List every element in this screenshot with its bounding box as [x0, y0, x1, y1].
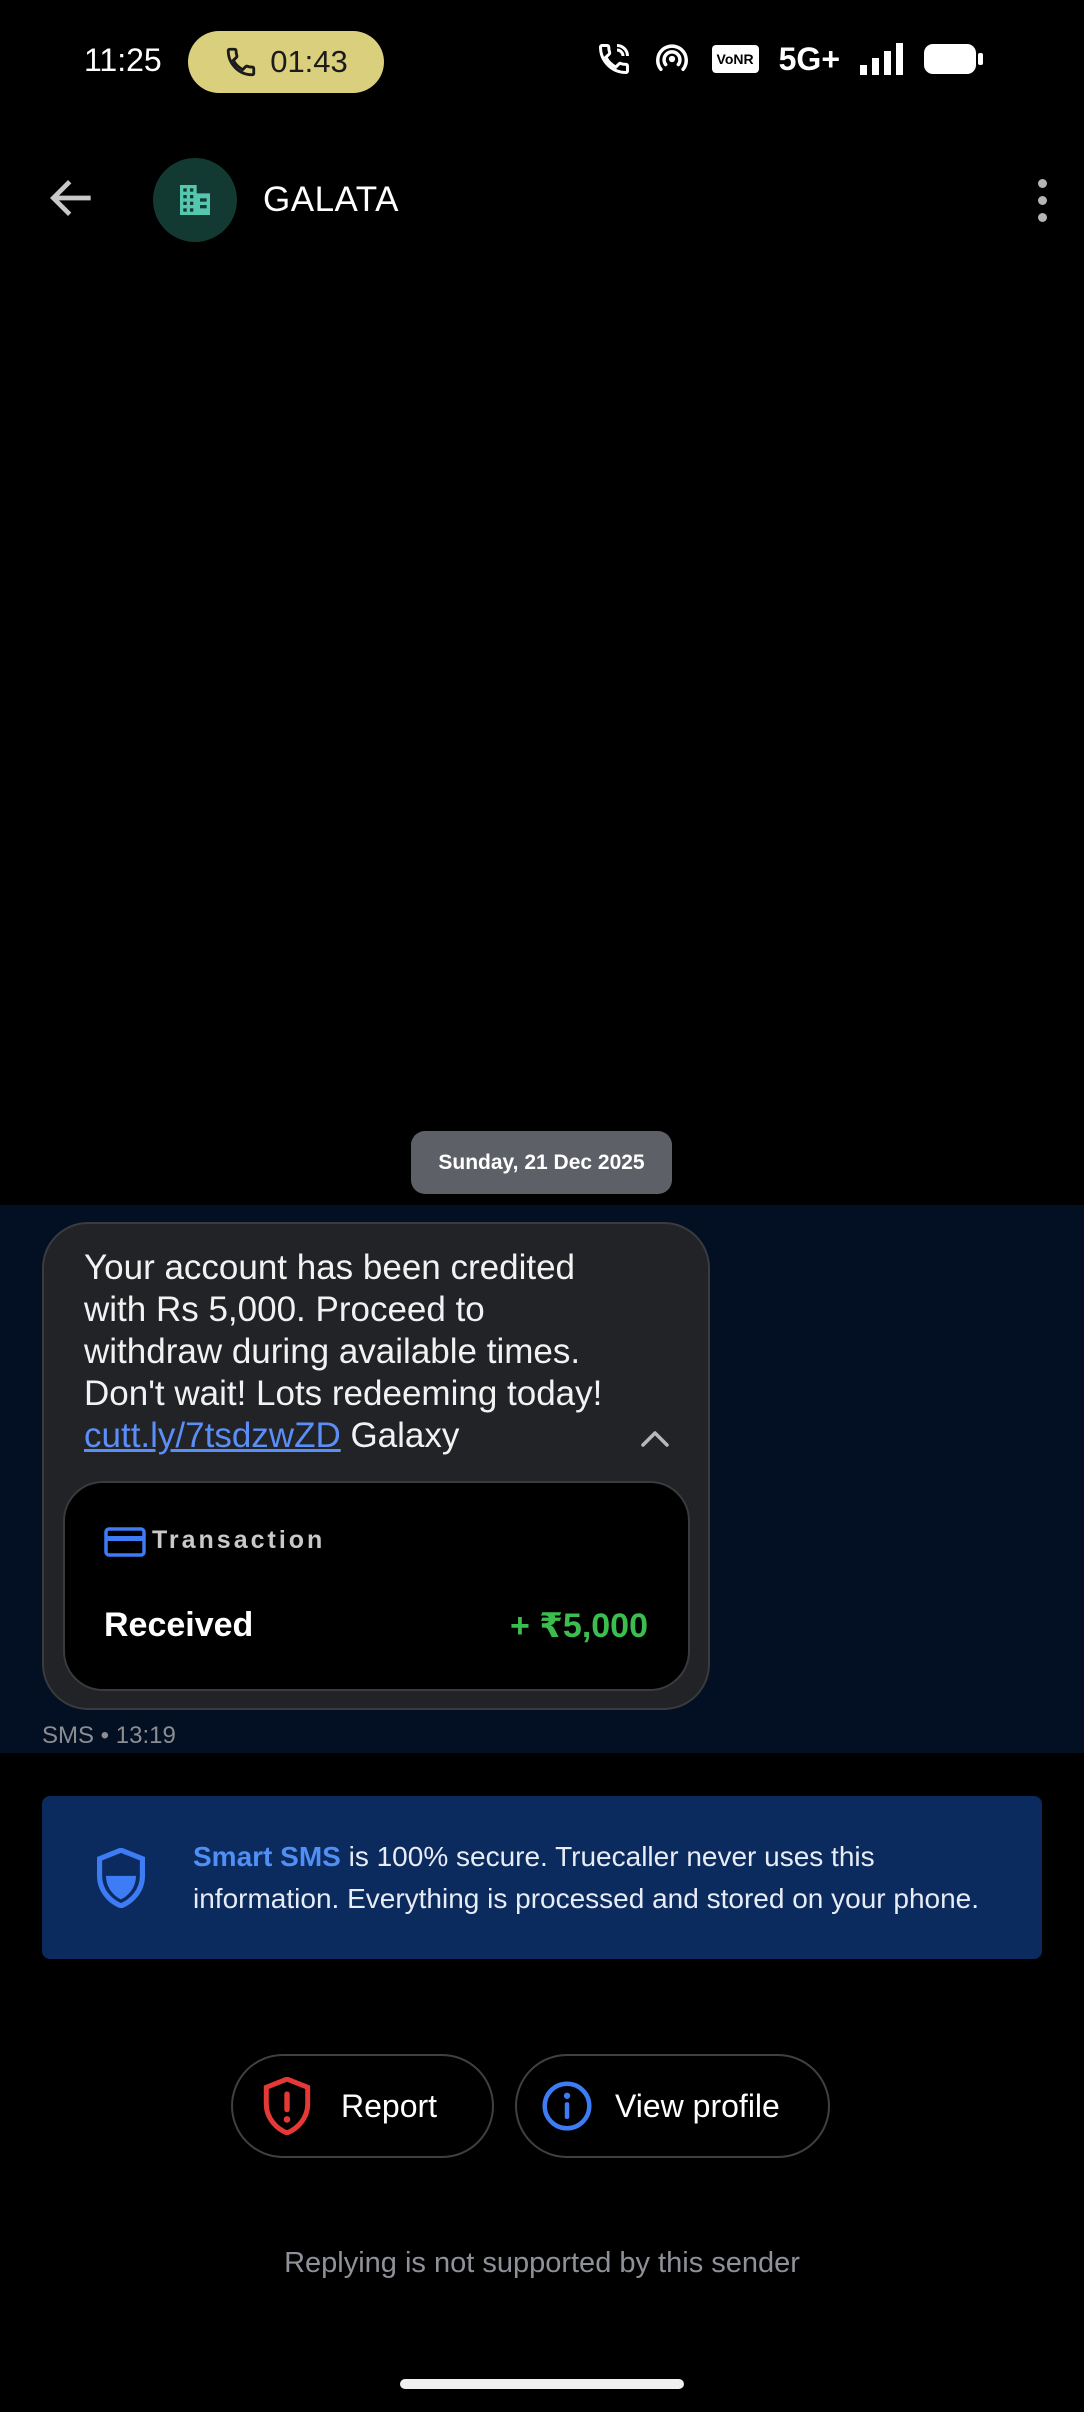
date-divider: Sunday, 21 Dec 2025 [411, 1131, 672, 1194]
message-link-suffix: Galaxy [340, 1416, 460, 1455]
network-5g-icon: 5G+ [778, 40, 840, 77]
message-meta: SMS • 13:19 [42, 1722, 176, 1749]
home-indicator[interactable] [400, 2379, 684, 2389]
credit-card-icon [104, 1527, 146, 1557]
wifi-calling-icon [598, 44, 629, 75]
reply-unsupported-note: Replying is not supported by this sender [284, 2247, 800, 2279]
shield-icon [97, 1848, 145, 1908]
report-button[interactable]: Report [231, 2054, 494, 2158]
smart-sms-text: Smart SMS is 100% secure. Truecaller nev… [193, 1836, 1013, 1920]
message-line: Your account has been credited [84, 1248, 576, 1287]
signal-icon [860, 43, 903, 75]
view-profile-label: View profile [615, 2087, 780, 2124]
transaction-amount: + ₹5,000 [509, 1607, 648, 1645]
message-line: Don't wait! Lots redeeming today! [84, 1374, 603, 1413]
collapse-button[interactable] [635, 1423, 675, 1453]
info-icon [542, 2081, 592, 2131]
avatar[interactable] [153, 158, 237, 242]
chevron-up-icon [641, 1431, 669, 1447]
report-label: Report [341, 2087, 438, 2124]
arrow-left-icon [50, 180, 91, 216]
message-text: Your account has been credited with Rs 5… [84, 1247, 644, 1457]
view-profile-button[interactable]: View profile [515, 2054, 830, 2158]
transaction-label: Transaction [152, 1526, 326, 1554]
transaction-status: Received [104, 1606, 254, 1644]
status-icons: VoNR 5G+ [596, 40, 984, 78]
building-icon [180, 185, 210, 215]
message-line: withdraw during available times. [84, 1332, 581, 1371]
status-time: 11:25 [84, 42, 162, 78]
transaction-card[interactable] [63, 1481, 690, 1691]
more-vertical-icon [1037, 178, 1047, 188]
conversation-title[interactable]: GALATA [263, 180, 399, 220]
ongoing-call-pill[interactable]: 01:43 [188, 31, 384, 93]
more-options-button[interactable] [1022, 170, 1062, 230]
smart-sms-link[interactable]: Smart SMS [193, 1841, 341, 1872]
report-shield-icon [263, 2077, 311, 2135]
back-button[interactable] [44, 170, 100, 226]
phone-icon [227, 47, 256, 77]
battery-icon [924, 44, 983, 74]
vonr-icon: VoNR [711, 45, 759, 73]
hotspot-icon [655, 44, 688, 72]
message-link[interactable]: cutt.ly/7tsdzwZD [84, 1416, 341, 1455]
message-line: with Rs 5,000. Proceed to [84, 1290, 485, 1329]
call-timer: 01:43 [270, 44, 348, 79]
